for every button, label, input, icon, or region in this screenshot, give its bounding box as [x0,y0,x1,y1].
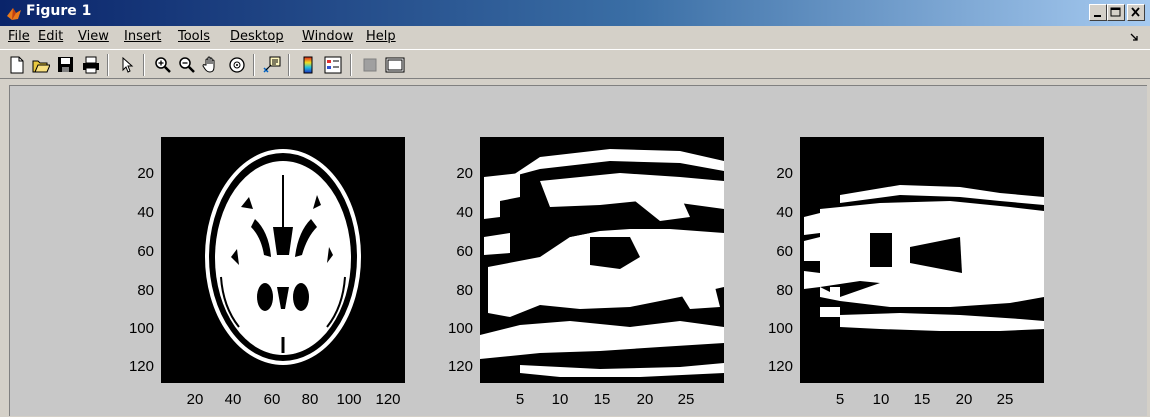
menu-window[interactable]: Window [302,29,353,44]
axes-1-ytick: 80 [137,282,154,299]
axes-2-xtick: 25 [677,391,695,408]
axes-1-xtick: 20 [186,391,204,408]
axes-2-xtick: 20 [636,391,654,408]
sagittal-slice-image [480,149,724,377]
axes-1-xtick: 120 [375,391,401,408]
show-plot-tools-icon [385,57,405,73]
dock-arrow-icon[interactable] [1130,33,1138,41]
toolbar [0,49,1150,79]
toolbar-separator [253,54,255,76]
axes-2-xtick: 15 [593,391,611,408]
axes-2-xtick: 10 [551,391,569,408]
axes-1[interactable] [161,137,405,383]
new-figure-icon [10,56,24,74]
menu-view[interactable]: View [78,29,109,44]
hide-plot-tools-button[interactable] [359,54,381,76]
axes-1-ytick: 100 [128,320,154,337]
axes-1-ytick: 120 [128,358,154,375]
open-file-icon [32,60,50,73]
axes-3-ytick: 60 [776,243,793,260]
axes-3[interactable] [800,137,1044,383]
axes-2[interactable] [480,137,724,383]
axes-2-ytick: 100 [447,320,473,337]
axes-3-ytick: 80 [776,282,793,299]
zoom-out-button[interactable] [176,54,198,76]
maximize-button[interactable] [1107,4,1125,21]
close-button[interactable] [1127,4,1145,21]
axes-3-ytick: 100 [767,320,793,337]
matlab-logo-icon [7,8,21,20]
save-button[interactable] [55,54,77,76]
zoom-out-icon [179,57,195,73]
axial-slice-image [205,149,361,365]
save-icon [58,57,73,72]
minimize-icon [1094,15,1101,17]
zoom-in-icon [155,57,171,73]
colorbar-icon [303,56,313,74]
toolbar-separator [143,54,145,76]
menu-desktop[interactable]: Desktop [230,29,284,44]
menu-insert[interactable]: Insert [124,29,161,44]
axes-3-ytick: 20 [776,165,793,182]
toolbar-separator [288,54,290,76]
close-icon [1131,7,1140,17]
menu-bar: File Edit View Insert Tools Desktop Wind… [0,26,1150,48]
select-arrow-icon [122,56,134,73]
axes-2-ytick: 20 [456,165,473,182]
axes-1-ytick: 20 [137,165,154,182]
axes-1-xtick: 100 [336,391,362,408]
axes-3-xtick: 15 [913,391,931,408]
menu-file[interactable]: File [8,29,30,44]
window-left-edge [0,85,9,417]
legend-button[interactable] [322,54,344,76]
axes-3-xtick: 20 [955,391,973,408]
menu-help[interactable]: Help [366,29,396,44]
window-title: Figure 1 [26,3,92,19]
axes-2-ytick: 40 [456,204,473,221]
toolbar-separator [107,54,109,76]
menu-tools[interactable]: Tools [178,29,210,44]
coronal-slice-image [804,185,1044,331]
axes-1-xtick: 60 [263,391,281,408]
axes-2-ytick: 60 [456,243,473,260]
maximize-icon [1110,7,1121,17]
hide-plot-tools-icon [363,58,377,72]
axes-1-xtick: 80 [301,391,319,408]
show-plot-tools-button[interactable] [383,54,405,76]
colorbar-button[interactable] [297,54,319,76]
rotate-3d-icon [229,57,245,73]
legend-icon [324,56,342,74]
toolbar-separator [350,54,352,76]
axes-2-xtick: 5 [515,391,525,408]
minimize-button[interactable] [1089,4,1107,21]
title-bar: Figure 1 [0,0,1150,26]
zoom-in-button[interactable] [152,54,174,76]
axes-3-xtick: 25 [996,391,1014,408]
axes-3-ytick: 120 [767,358,793,375]
axes-3-ytick: 40 [776,204,793,221]
data-cursor-icon [263,56,281,73]
print-button[interactable] [80,54,102,76]
new-figure-button[interactable] [6,54,28,76]
menu-edit[interactable]: Edit [38,29,63,44]
axes-3-xtick: 5 [835,391,845,408]
axes-1-ytick: 60 [137,243,154,260]
pan-hand-icon [202,56,215,73]
open-file-button[interactable] [30,54,52,76]
axes-1-xtick: 40 [224,391,242,408]
axes-2-ytick: 120 [447,358,473,375]
axes-1-ytick: 40 [137,204,154,221]
pan-button[interactable] [200,54,222,76]
rotate-3d-button[interactable] [226,54,248,76]
data-cursor-button[interactable] [261,54,283,76]
axes-2-ytick: 80 [456,282,473,299]
select-arrow-button[interactable] [116,54,138,76]
print-icon [83,56,99,74]
axes-3-xtick: 10 [872,391,890,408]
